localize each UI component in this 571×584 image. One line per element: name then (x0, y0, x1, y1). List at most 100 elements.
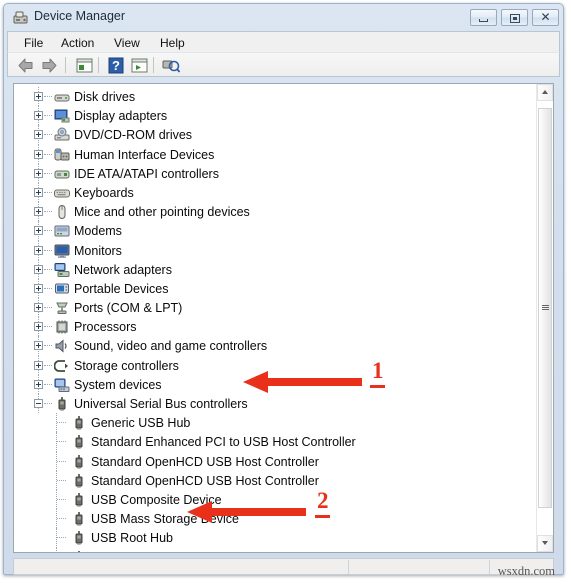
tree-row[interactable]: System devices (14, 374, 534, 394)
tree-row[interactable]: Display adapters (14, 106, 534, 126)
device-tree-panel[interactable]: Disk drives Display adapters DVD/CD-ROM dr… (13, 83, 554, 553)
show-console-tree-button[interactable] (129, 56, 149, 75)
tree-row[interactable]: DVD/CD-ROM drives (14, 125, 534, 145)
tree-row-label: Mice and other pointing devices (74, 205, 250, 220)
usb-device-icon (71, 415, 87, 431)
tree-row[interactable]: Processors (14, 317, 534, 337)
tree-connector-horizontal (57, 441, 66, 443)
tree-row[interactable]: Portable Devices (14, 278, 534, 299)
usb-controller-icon (54, 396, 70, 412)
tree-row[interactable]: Standard Enhanced PCI to USB Host Contro… (14, 432, 534, 452)
tree-connector-horizontal (44, 191, 52, 194)
tree-row[interactable]: IDE ATA/ATAPI controllers (14, 163, 534, 183)
tree-row[interactable]: Modems (14, 221, 534, 241)
tree-row[interactable]: Sound, video and game controllers (14, 336, 534, 356)
expand-plus-icon[interactable] (34, 379, 43, 389)
help-button[interactable]: ? (106, 56, 126, 75)
tree-connector-horizontal (44, 307, 52, 309)
close-button[interactable]: ✕ (532, 9, 559, 26)
menu-view[interactable]: View (109, 35, 145, 51)
usb-device-icon (71, 454, 87, 470)
tree-connector-horizontal (44, 211, 52, 213)
tree-row[interactable]: Keyboards (14, 182, 534, 203)
expand-plus-icon[interactable] (34, 111, 43, 121)
menu-bar: File Action View Help (7, 31, 560, 52)
modem-icon (54, 223, 70, 239)
tree-row[interactable]: Human Interface Devices (14, 144, 534, 164)
tree-connector-horizontal (44, 230, 52, 232)
expand-plus-icon[interactable] (34, 187, 43, 197)
scroll-up-button[interactable] (537, 84, 553, 101)
expand-plus-icon[interactable] (34, 264, 43, 274)
tree-row-label: Display adapters (74, 109, 168, 124)
tree-connector-horizontal (44, 172, 52, 175)
forward-button[interactable] (39, 56, 59, 75)
menu-help[interactable]: Help (155, 35, 190, 51)
scroll-down-icon (542, 541, 548, 545)
tree-connector-horizontal (44, 96, 52, 98)
maximize-button[interactable] (501, 9, 528, 26)
expand-plus-icon[interactable] (34, 322, 43, 332)
menu-action[interactable]: Action (56, 35, 99, 51)
scroll-down-button[interactable] (537, 535, 553, 552)
expand-plus-icon[interactable] (34, 130, 43, 140)
usb-device-icon (71, 492, 87, 508)
expand-plus-icon[interactable] (34, 341, 43, 351)
tree-row-label: Human Interface Devices (74, 147, 215, 162)
tree-connector-horizontal (44, 268, 52, 271)
expand-plus-icon[interactable] (34, 360, 43, 370)
scan-hardware-button[interactable] (161, 56, 181, 75)
port-icon (54, 300, 70, 316)
expand-plus-icon[interactable] (34, 226, 43, 236)
system-device-icon (54, 377, 70, 393)
status-bar (13, 558, 554, 575)
properties-button[interactable] (74, 56, 94, 75)
tree-row[interactable]: Storage controllers (14, 355, 534, 375)
annotation-number-1: 1 (372, 358, 384, 383)
tree-connector-horizontal (44, 287, 52, 290)
expand-plus-icon[interactable] (34, 303, 43, 313)
tree-row-label: Disk drives (74, 90, 136, 104)
expand-plus-icon[interactable] (34, 149, 43, 159)
expand-plus-icon[interactable] (34, 245, 43, 255)
minimize-button[interactable] (470, 9, 497, 26)
vertical-scrollbar[interactable] (536, 84, 553, 552)
forward-arrow-icon (42, 58, 57, 73)
expand-plus-icon[interactable] (34, 207, 43, 217)
scrollbar-grip-icon (542, 305, 549, 311)
tree-row[interactable]: Generic USB Hub (14, 413, 534, 433)
expand-plus-icon[interactable] (34, 92, 43, 101)
tree-connector-horizontal (44, 134, 52, 136)
tree-row[interactable]: Monitors (14, 240, 534, 260)
tree-row[interactable]: Mice and other pointing devices (14, 202, 534, 222)
expand-plus-icon[interactable] (34, 168, 43, 178)
collapse-minus-icon[interactable] (34, 399, 43, 408)
usb-device-icon (71, 550, 87, 552)
tree-row[interactable]: USB Composite Device (14, 489, 534, 510)
tree-row[interactable]: USB Root Hub (14, 528, 534, 548)
tree-row-label: Universal Serial Bus controllers (74, 397, 248, 411)
tree-row[interactable]: Universal Serial Bus controllers (14, 394, 534, 414)
scrollbar-thumb[interactable] (538, 108, 552, 508)
tree-row[interactable]: Network adapters (14, 259, 534, 279)
tree-row-label: IDE ATA/ATAPI controllers (74, 166, 219, 181)
tree-row[interactable]: Standard OpenHCD USB Host Controller (14, 451, 534, 471)
tree-connector-horizontal (57, 422, 66, 424)
back-button[interactable] (16, 56, 36, 75)
usb-device-icon (71, 473, 87, 489)
tree-connector-horizontal (44, 153, 52, 156)
processor-icon (54, 319, 70, 335)
device-manager-icon (12, 10, 29, 25)
tree-row[interactable]: USB Root Hub (14, 547, 534, 552)
portable-device-icon (54, 281, 70, 297)
menu-file[interactable]: File (19, 35, 48, 51)
expand-plus-icon[interactable] (34, 283, 43, 293)
tree-row[interactable]: Ports (COM & LPT) (14, 298, 534, 318)
hid-icon (54, 147, 70, 163)
status-divider-1 (348, 560, 349, 574)
tree-row[interactable]: USB Mass Storage Device (14, 509, 534, 529)
annotation-number-2: 2 (317, 488, 329, 513)
tree-row[interactable]: Standard OpenHCD USB Host Controller (14, 470, 534, 490)
tree-row[interactable]: Disk drives (14, 87, 534, 107)
tree-row-label: Ports (COM & LPT) (74, 301, 183, 316)
